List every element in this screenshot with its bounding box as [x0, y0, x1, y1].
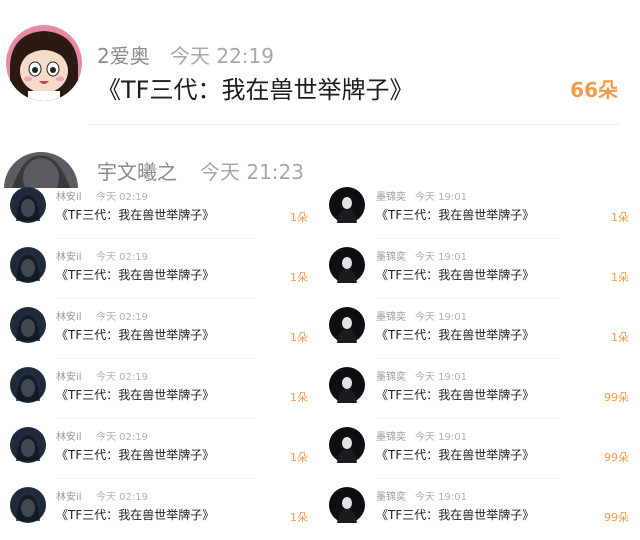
timestamp: 今天 19:01 — [415, 372, 467, 383]
user-avatar[interactable] — [10, 427, 46, 463]
timestamp: 今天 02:19 — [96, 312, 148, 323]
user-avatar[interactable] — [329, 187, 365, 223]
user-name[interactable]: 林安il — [56, 428, 82, 443]
user-avatar[interactable] — [329, 247, 365, 283]
timestamp: 今天 02:19 — [96, 492, 148, 503]
gift-title: 《TF三代：我在兽世举牌子》 — [56, 388, 215, 402]
list-item[interactable]: 林安il 今天 02:19 《TF三代：我在兽世举牌子》 1朵 — [0, 420, 320, 480]
flower-count: 1朵 — [611, 331, 629, 344]
divider — [56, 238, 256, 239]
user-avatar[interactable] — [329, 367, 365, 403]
gift-title: 《TF三代：我在兽世举牌子》 — [376, 388, 535, 402]
list-item[interactable]: 墨锦奕 今天 19:01 《TF三代：我在兽世举牌子》 99朵 — [320, 360, 640, 420]
gift-title: 《TF三代：我在兽世举牌子》 — [56, 448, 215, 462]
divider — [88, 124, 620, 125]
user-name[interactable]: 林安il — [56, 368, 82, 383]
divider — [376, 298, 558, 299]
user-avatar[interactable] — [329, 487, 365, 523]
timestamp: 今天 19:01 — [415, 432, 467, 443]
flower-count: 99朵 — [604, 391, 629, 404]
user-avatar[interactable] — [10, 247, 46, 283]
list-item[interactable]: 墨锦奕 今天 19:01 《TF三代：我在兽世举牌子》 1朵 — [320, 300, 640, 360]
gift-title: 《TF三代：我在兽世举牌子》 — [56, 268, 215, 282]
gift-title: 《TF三代：我在兽世举牌子》 — [56, 328, 215, 342]
user-avatar[interactable] — [329, 307, 365, 343]
user-avatar[interactable] — [10, 487, 46, 523]
user-avatar-cartoon[interactable] — [6, 25, 82, 101]
list-item[interactable]: 林安il 今天 02:19 《TF三代：我在兽世举牌子》 1朵 — [0, 480, 320, 540]
divider — [376, 478, 558, 479]
timestamp: 今天 02:19 — [96, 192, 148, 203]
flower-count: 1朵 — [290, 271, 308, 284]
user-name[interactable]: 林安il — [56, 308, 82, 323]
gift-title: 《TF三代：我在兽世举牌子》 — [376, 508, 535, 522]
user-avatar[interactable] — [10, 367, 46, 403]
list-item[interactable]: 林安il 今天 02:19 《TF三代：我在兽世举牌子》 1朵 — [0, 180, 320, 240]
user-name[interactable]: 墨锦奕 — [376, 308, 406, 323]
divider — [56, 478, 256, 479]
timestamp: 今天 02:19 — [96, 432, 148, 443]
user-name[interactable]: 墨锦奕 — [376, 248, 406, 263]
divider — [56, 358, 256, 359]
gift-title: 《TF三代：我在兽世举牌子》 — [376, 328, 535, 342]
user-name[interactable]: 林安il — [56, 488, 82, 503]
user-name[interactable]: 林安il — [56, 188, 82, 203]
gift-record-second[interactable]: 宇文曦之 今天 21:23 — [0, 140, 640, 188]
flower-count: 1朵 — [611, 211, 629, 224]
list-item[interactable]: 墨锦奕 今天 19:01 《TF三代：我在兽世举牌子》 99朵 — [320, 480, 640, 540]
flower-count: 1朵 — [290, 391, 308, 404]
user-avatar[interactable] — [10, 307, 46, 343]
user-name[interactable]: 墨锦奕 — [376, 488, 406, 503]
gift-record-top[interactable]: 2爱奥 今天 22:19 《TF三代：我在兽世举牌子》 66朵 — [0, 18, 640, 114]
list-item[interactable]: 林安il 今天 02:19 《TF三代：我在兽世举牌子》 1朵 — [0, 300, 320, 360]
timestamp: 今天 19:01 — [415, 192, 467, 203]
divider — [376, 418, 558, 419]
gift-title: 《TF三代：我在兽世举牌子》 — [97, 76, 414, 104]
timestamp: 今天 19:01 — [415, 492, 467, 503]
timestamp: 今天 02:19 — [96, 372, 148, 383]
user-avatar[interactable] — [329, 427, 365, 463]
timestamp: 今天 22:19 — [170, 44, 274, 68]
list-item[interactable]: 林安il 今天 02:19 《TF三代：我在兽世举牌子》 1朵 — [0, 240, 320, 300]
gift-title: 《TF三代：我在兽世举牌子》 — [56, 208, 215, 222]
user-name[interactable]: 墨锦奕 — [376, 188, 406, 203]
gift-title: 《TF三代：我在兽世举牌子》 — [376, 208, 535, 222]
divider — [56, 418, 256, 419]
divider — [376, 358, 558, 359]
user-avatar[interactable] — [10, 187, 46, 223]
flower-count: 1朵 — [290, 511, 308, 524]
flower-count: 1朵 — [290, 451, 308, 464]
flower-count: 1朵 — [290, 331, 308, 344]
gift-list-left: 林安il 今天 02:19 《TF三代：我在兽世举牌子》 1朵 林安il 今天 … — [0, 180, 320, 540]
flower-count: 66朵 — [570, 78, 618, 102]
divider — [376, 238, 558, 239]
timestamp: 今天 02:19 — [96, 252, 148, 263]
gift-title: 《TF三代：我在兽世举牌子》 — [56, 508, 215, 522]
gift-list-right: 墨锦奕 今天 19:01 《TF三代：我在兽世举牌子》 1朵 墨锦奕 今天 19… — [320, 180, 640, 540]
list-item[interactable]: 墨锦奕 今天 19:01 《TF三代：我在兽世举牌子》 99朵 — [320, 420, 640, 480]
user-name[interactable]: 墨锦奕 — [376, 428, 406, 443]
list-item[interactable]: 林安il 今天 02:19 《TF三代：我在兽世举牌子》 1朵 — [0, 360, 320, 420]
timestamp: 今天 19:01 — [415, 252, 467, 263]
flower-count: 99朵 — [604, 451, 629, 464]
timestamp: 今天 19:01 — [415, 312, 467, 323]
list-item[interactable]: 墨锦奕 今天 19:01 《TF三代：我在兽世举牌子》 1朵 — [320, 180, 640, 240]
user-name[interactable]: 墨锦奕 — [376, 368, 406, 383]
gift-title: 《TF三代：我在兽世举牌子》 — [376, 448, 535, 462]
user-name[interactable]: 林安il — [56, 248, 82, 263]
flower-count: 99朵 — [604, 511, 629, 524]
gift-title: 《TF三代：我在兽世举牌子》 — [376, 268, 535, 282]
flower-count: 1朵 — [290, 211, 308, 224]
flower-count: 1朵 — [611, 271, 629, 284]
divider — [56, 298, 256, 299]
user-name[interactable]: 2爱奥 — [97, 40, 150, 69]
list-item[interactable]: 墨锦奕 今天 19:01 《TF三代：我在兽世举牌子》 1朵 — [320, 240, 640, 300]
